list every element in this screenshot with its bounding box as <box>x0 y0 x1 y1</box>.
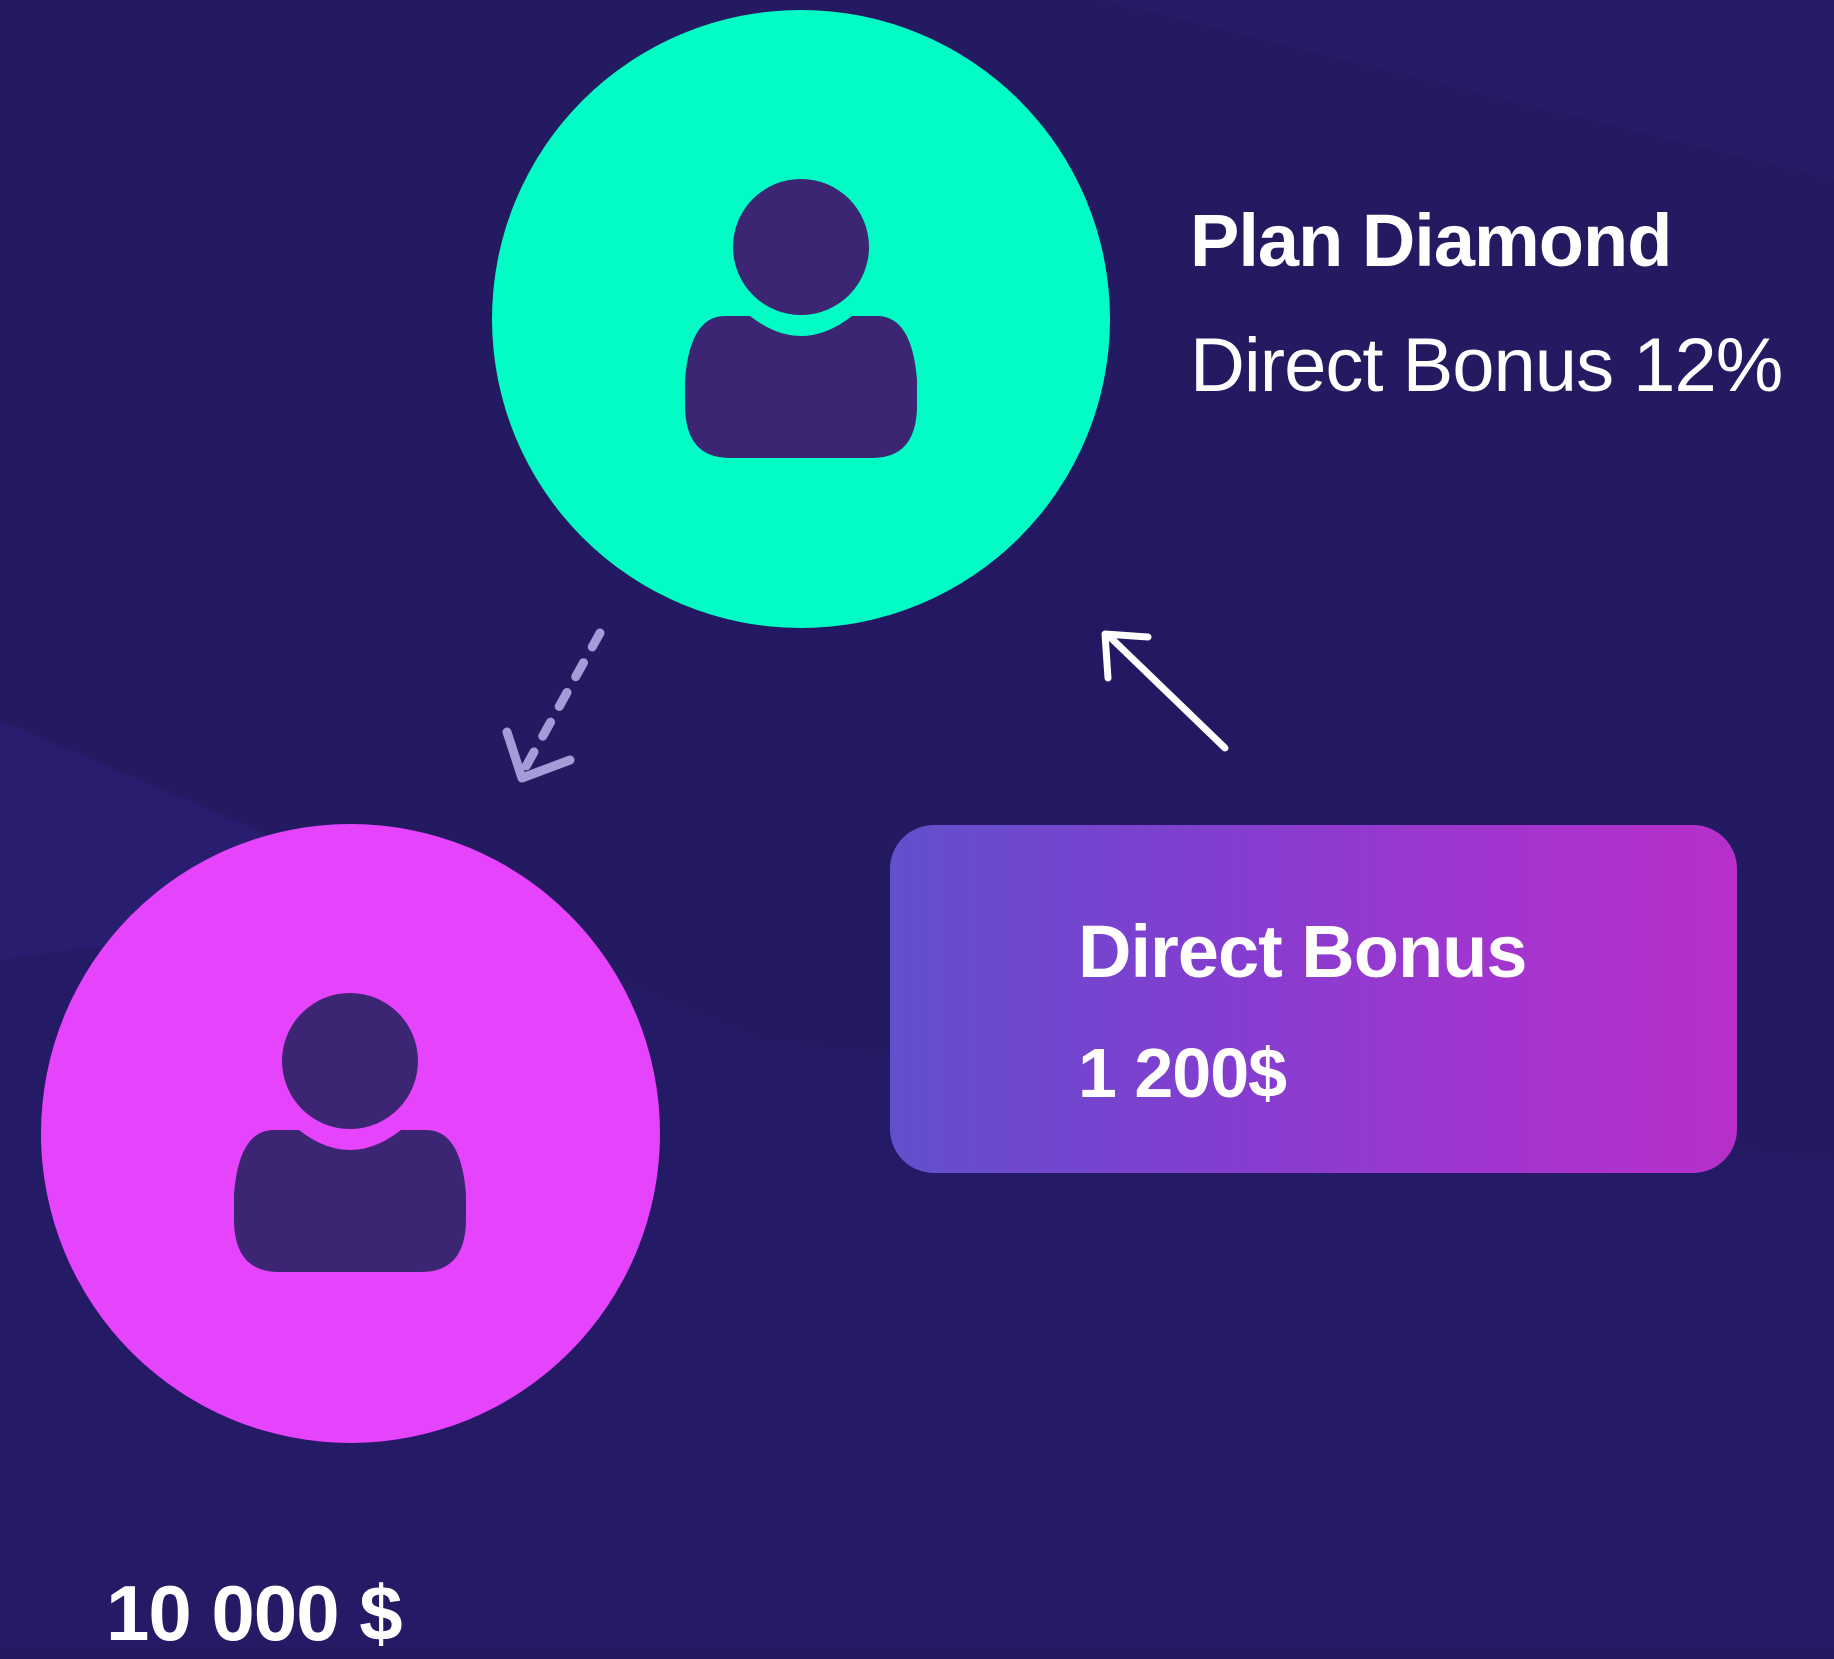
bonus-label: Direct Bonus <box>1078 910 1528 993</box>
direct-bonus-card: Direct Bonus 1 200$ <box>890 825 1737 1173</box>
bonus-amount: 1 200$ <box>1078 1034 1287 1112</box>
investment-amount: 10 000 $ <box>106 1569 403 1657</box>
bottom-member-node <box>41 824 660 1443</box>
user-icon <box>41 824 660 1443</box>
